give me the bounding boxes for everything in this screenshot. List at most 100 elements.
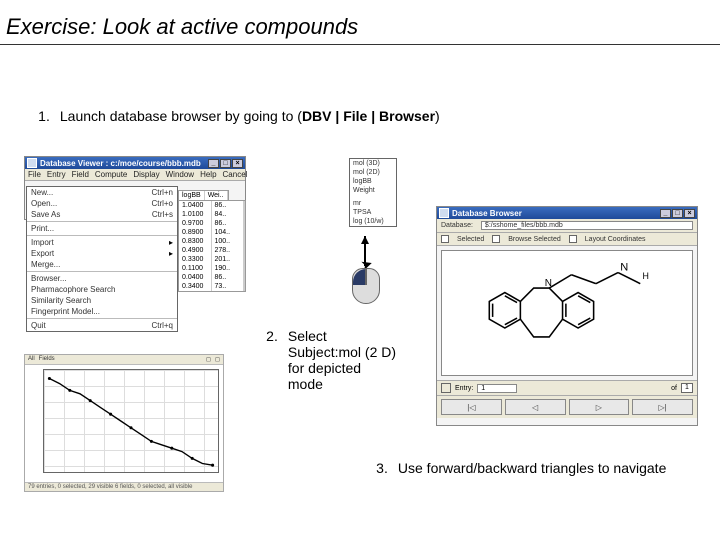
entry-label: Entry: <box>455 385 473 392</box>
menu-display[interactable]: Display <box>133 170 159 179</box>
step-1: 1. Launch database browser by going to (… <box>32 108 440 124</box>
chart-opt-1[interactable]: ◻ <box>206 356 211 363</box>
nav-next-button[interactable]: ▷ <box>569 399 630 415</box>
page-title: Exercise: Look at active compounds <box>0 0 720 45</box>
menu-entry[interactable]: Entry <box>47 170 66 179</box>
menu-sep <box>27 318 177 319</box>
total-box: 1 <box>681 383 693 393</box>
chart-status: 79 entries, 0 selected, 29 visible 6 fie… <box>25 482 223 491</box>
mouse-left-button <box>353 269 366 285</box>
chart-panel: All Fields ◻ ◻ 79 entries, 0 selected, 2… <box>24 354 224 492</box>
step-2-text: Select Subject:mol (2 D) for depicted mo… <box>288 328 396 392</box>
col-logbb[interactable]: logBB <box>179 191 205 200</box>
menu-compute[interactable]: Compute <box>95 170 127 179</box>
label-layout: Layout Coordinates <box>585 236 646 243</box>
step-1-text: Launch database browser by going to (DBV… <box>60 108 440 124</box>
molecule-canvas: N H N <box>441 250 693 376</box>
dd-mol3d[interactable]: mol (3D) <box>350 159 396 168</box>
check-selected[interactable] <box>441 235 449 243</box>
data-rows: 1.040086.. 1.010084.. 0.970086.. 0.89001… <box>178 200 246 292</box>
entry-field[interactable]: 1 <box>477 384 517 393</box>
menu-help[interactable]: Help <box>200 170 216 179</box>
menu-item-similarity[interactable]: Similarity Search <box>27 295 177 306</box>
menu-item-browser[interactable]: Browser... <box>27 273 177 284</box>
maximize-button[interactable]: □ <box>672 209 683 218</box>
db-path-field[interactable]: $:/sshome_files/bbb.mdb <box>481 221 693 230</box>
dd-logbb[interactable]: logBB <box>350 177 396 186</box>
chart-toolbar: All Fields ◻ ◻ <box>25 355 223 365</box>
db-toolbar: Database: $:/sshome_files/bbb.mdb <box>437 219 697 233</box>
chart-all[interactable]: All <box>28 356 35 363</box>
db-title-text: Database Browser <box>452 209 522 218</box>
maximize-button[interactable]: □ <box>220 159 231 168</box>
menu-item-merge[interactable]: Merge... <box>27 259 177 270</box>
dd-log10w[interactable]: log (10/w) <box>350 217 396 226</box>
menu-window[interactable]: Window <box>166 170 194 179</box>
close-button[interactable]: × <box>684 209 695 218</box>
step-3-text: Use forward/backward triangles to naviga… <box>398 460 688 476</box>
step-3-num: 3. <box>370 460 394 476</box>
step-1-num: 1. <box>32 108 56 124</box>
menubar: File Entry Field Compute Display Window … <box>25 169 245 181</box>
step-2-l3: for depicted <box>288 360 396 376</box>
svg-text:N: N <box>620 261 628 273</box>
submenu-arrow-icon: ▸ <box>169 249 173 258</box>
dd-weight[interactable]: Weight <box>350 186 396 195</box>
menu-sep <box>27 235 177 236</box>
menu-item-open[interactable]: Open...Ctrl+o <box>27 198 177 209</box>
db-titlebar: Database Browser _ □ × <box>437 207 697 219</box>
app-icon <box>439 208 449 218</box>
minimize-button[interactable]: _ <box>660 209 671 218</box>
dd-mol2d[interactable]: mol (2D) <box>350 168 396 177</box>
db-label: Database: <box>441 222 473 229</box>
entry-row: Entry: 1 of 1 <box>437 380 697 395</box>
nav-bar: |◁ ◁ ▷ ▷| <box>437 395 697 418</box>
menu-sep <box>27 271 177 272</box>
file-menu: New...Ctrl+n Open...Ctrl+o Save AsCtrl+s… <box>26 186 178 332</box>
step-2-num: 2. <box>260 328 284 344</box>
minimize-button[interactable]: _ <box>208 159 219 168</box>
label-selected: Selected <box>457 236 484 243</box>
menu-item-pharmacophore[interactable]: Pharmacophore Search <box>27 284 177 295</box>
menu-item-import[interactable]: Import▸ <box>27 237 177 248</box>
svg-text:H: H <box>642 271 648 281</box>
dd-mr[interactable]: mr <box>350 199 396 208</box>
window-title-text: Database Viewer : c:/moe/course/bbb.mdb <box>40 159 201 168</box>
of-label: of <box>671 385 677 392</box>
step-2: 2. Select Subject:mol (2 D) for depicted… <box>260 328 440 392</box>
col-weight[interactable]: Wei.. <box>205 191 228 200</box>
check-layout[interactable] <box>569 235 577 243</box>
mouse-icon: ➤ <box>352 268 380 304</box>
step-1-pre: Launch database browser by going to ( <box>60 108 302 124</box>
menu-item-saveas[interactable]: Save AsCtrl+s <box>27 209 177 220</box>
chart-grid <box>43 369 219 473</box>
menu-item-fingerprint[interactable]: Fingerprint Model... <box>27 306 177 317</box>
step-1-bold: DBV | File | Browser <box>302 108 435 124</box>
step-1-post: ) <box>435 108 440 124</box>
check-browse-selected[interactable] <box>492 235 500 243</box>
close-button[interactable]: × <box>232 159 243 168</box>
entry-box[interactable] <box>441 383 451 393</box>
nav-last-button[interactable]: ▷| <box>632 399 693 415</box>
db-toolbar-2: Selected Browse Selected Layout Coordina… <box>437 233 697 246</box>
dd-tpsa[interactable]: TPSA <box>350 208 396 217</box>
menu-item-print[interactable]: Print... <box>27 223 177 234</box>
database-browser-window: Database Browser _ □ × Database: $:/ssho… <box>436 206 698 426</box>
menu-item-new[interactable]: New...Ctrl+n <box>27 187 177 198</box>
submenu-arrow-icon: ▸ <box>169 238 173 247</box>
chart-opt-2[interactable]: ◻ <box>215 356 220 363</box>
svg-text:N: N <box>545 278 552 289</box>
window-titlebar: Database Viewer : c:/moe/course/bbb.mdb … <box>25 157 245 169</box>
subject-dropdown[interactable]: mol (3D) mol (2D) logBB Weight mr TPSA l… <box>349 158 397 227</box>
app-icon <box>27 158 37 168</box>
nav-first-button[interactable]: |◁ <box>441 399 502 415</box>
menu-field[interactable]: Field <box>72 170 89 179</box>
menu-item-export[interactable]: Export▸ <box>27 248 177 259</box>
menu-item-quit[interactable]: QuitCtrl+q <box>27 320 177 331</box>
chart-fields[interactable]: Fields <box>39 356 55 363</box>
menu-cancel[interactable]: Cancel <box>223 170 248 179</box>
step-2-l2: Subject:mol (2 D) <box>288 344 396 360</box>
menu-file[interactable]: File <box>28 170 41 179</box>
nav-prev-button[interactable]: ◁ <box>505 399 566 415</box>
molecule-icon: N H N <box>456 257 678 379</box>
